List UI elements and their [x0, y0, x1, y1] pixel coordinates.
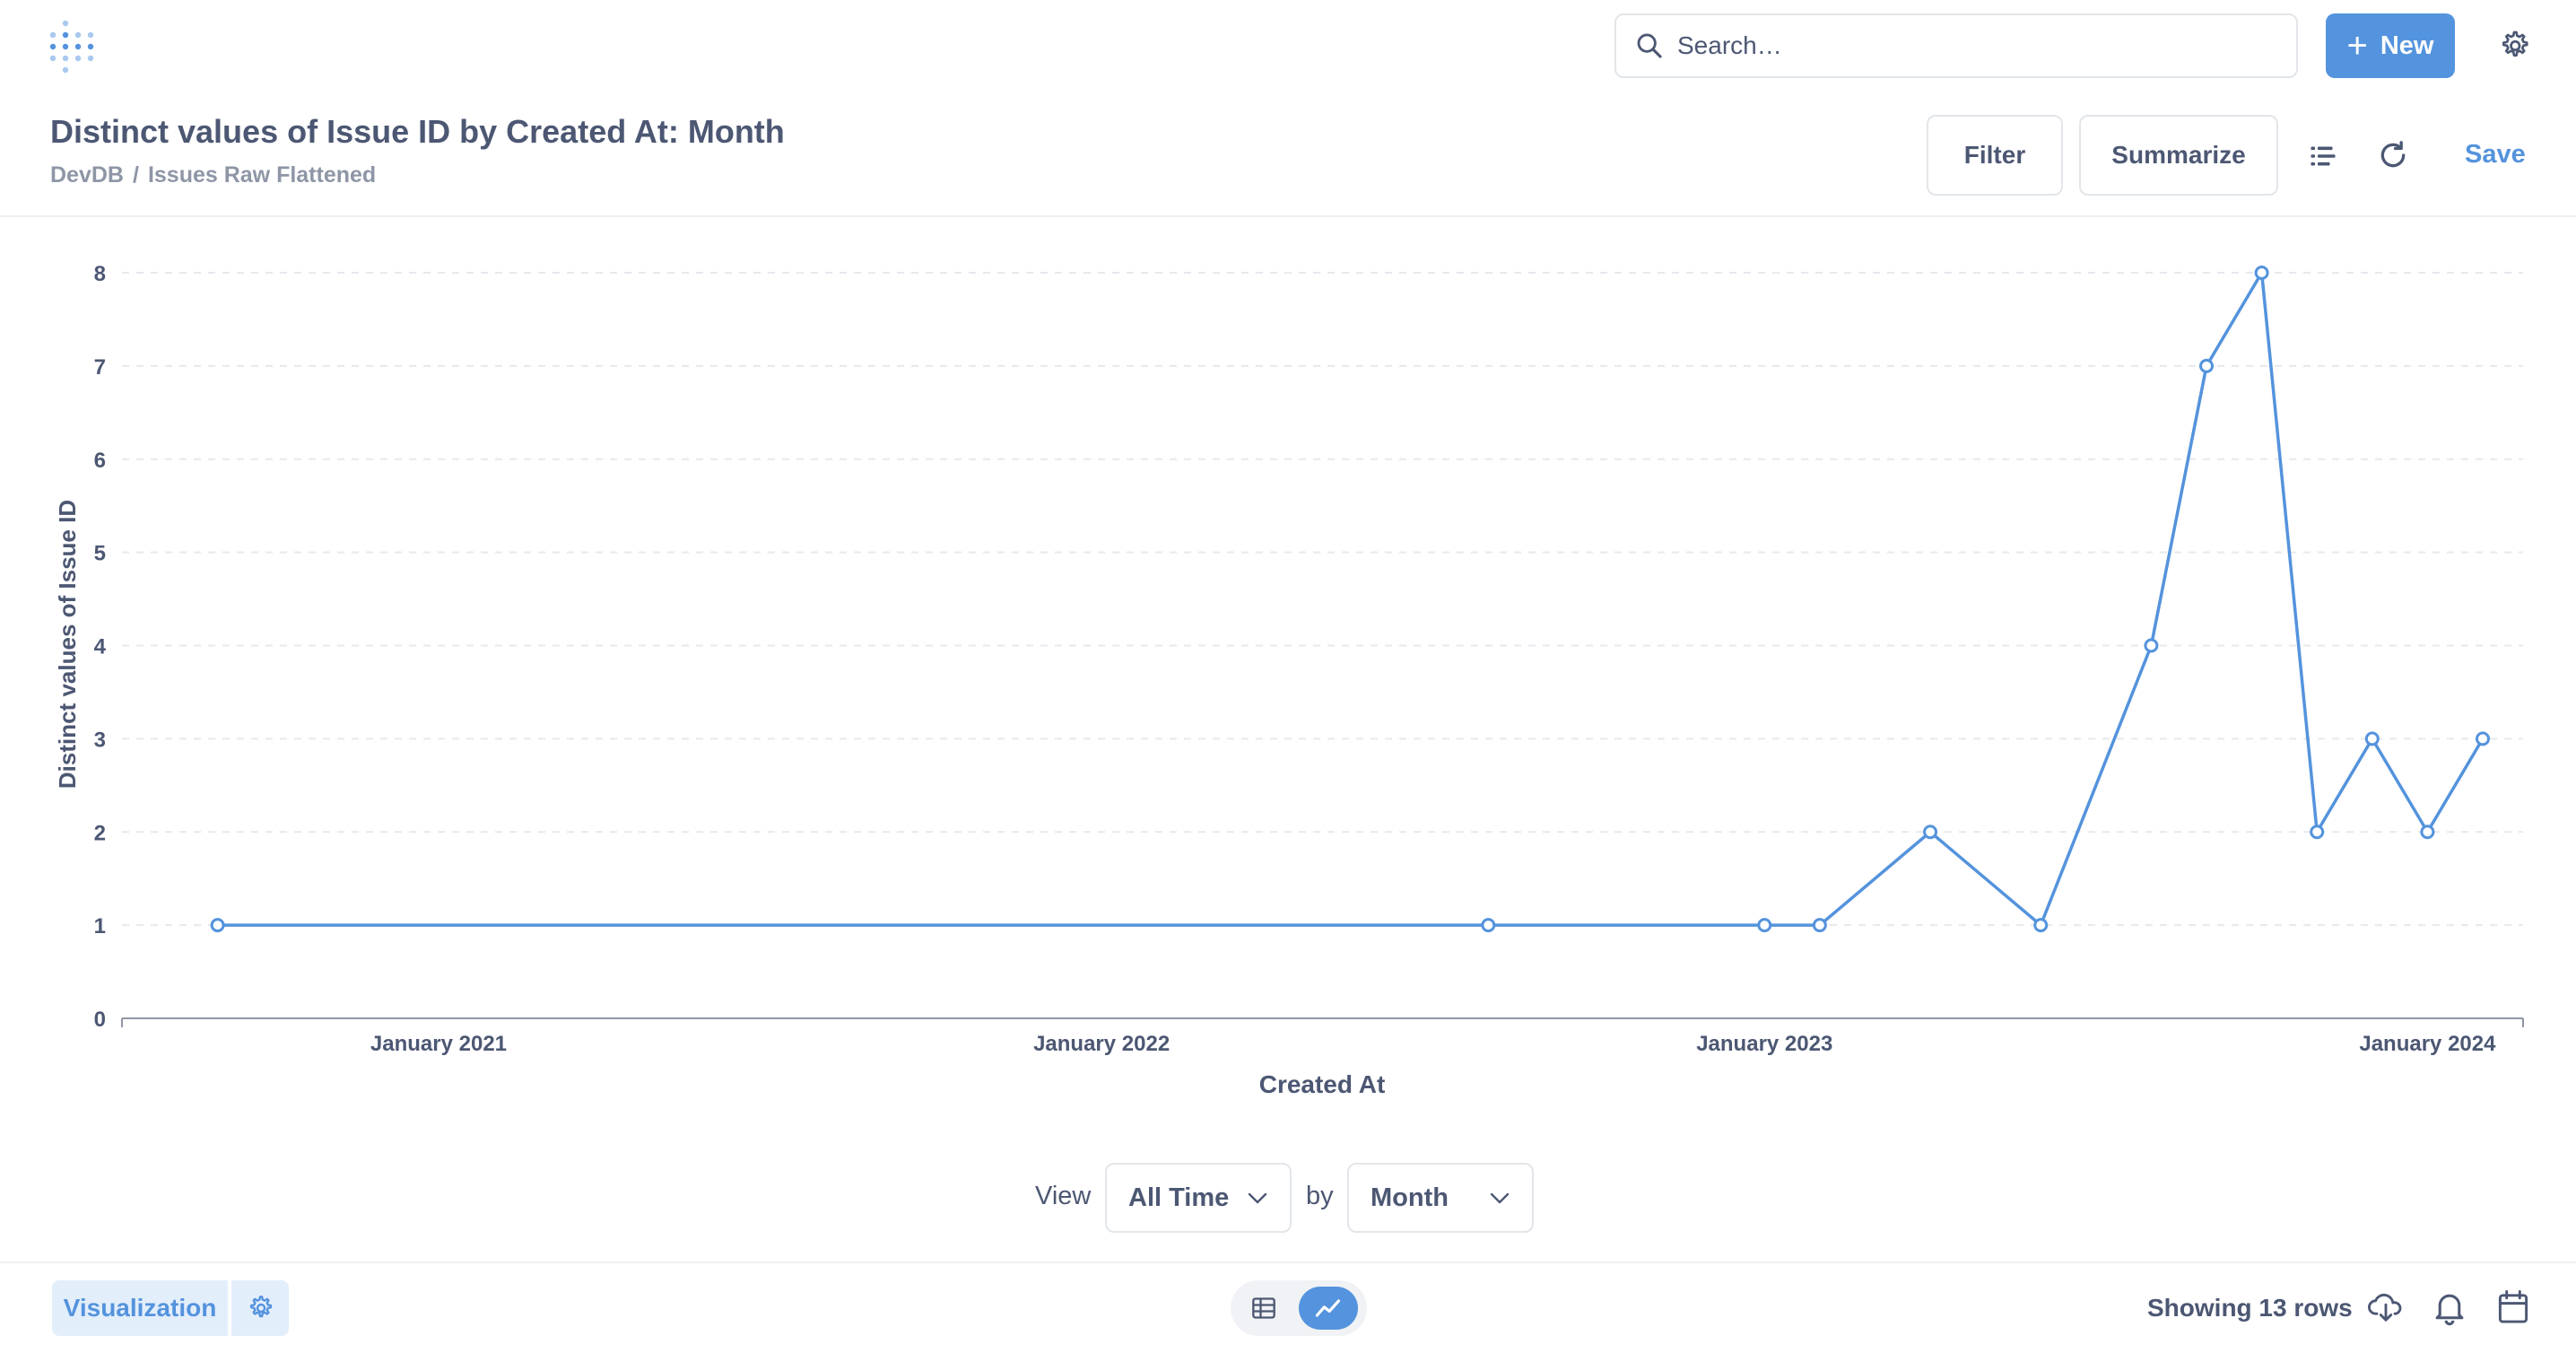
x-tick-label: January 2023	[1696, 1032, 1832, 1056]
data-point	[1812, 918, 1827, 933]
time-unit-value: Month	[1371, 1183, 1449, 1212]
new-button[interactable]: + New	[2326, 13, 2455, 78]
chevron-down-icon	[1248, 1192, 1267, 1204]
y-tick-label: 6	[94, 449, 106, 473]
data-point	[2420, 825, 2435, 840]
download-icon[interactable]	[2368, 1290, 2404, 1324]
data-point	[2310, 825, 2325, 840]
search-bar[interactable]	[1614, 13, 2298, 78]
data-point	[210, 918, 225, 933]
refresh-icon[interactable]	[2375, 137, 2411, 173]
x-axis-label: Created At	[1259, 1070, 1386, 1098]
search-input[interactable]	[1677, 31, 2251, 60]
data-point	[1923, 825, 1938, 840]
y-tick-label: 4	[94, 635, 107, 659]
y-axis-label: Distinct values of Issue ID	[54, 500, 81, 789]
save-button[interactable]: Save	[2465, 140, 2526, 170]
y-tick-label: 1	[94, 914, 106, 938]
visualization-button[interactable]: Visualization	[52, 1280, 228, 1336]
chart-view-toggle[interactable]	[1299, 1287, 1358, 1330]
breadcrumb-database[interactable]: DevDB	[50, 162, 124, 188]
table-icon	[1252, 1297, 1275, 1319]
search-icon	[1637, 33, 1662, 58]
date-range-select[interactable]: All Time	[1105, 1163, 1292, 1233]
date-range-value: All Time	[1128, 1183, 1230, 1212]
data-point	[1757, 918, 1772, 933]
table-view-toggle[interactable]	[1245, 1289, 1283, 1327]
page-title: Distinct values of Issue ID by Created A…	[50, 113, 785, 150]
data-point	[2364, 731, 2380, 746]
data-point	[2033, 918, 2049, 933]
breadcrumb-table[interactable]: Issues Raw Flattened	[148, 162, 376, 188]
metabase-logo-icon[interactable]	[48, 20, 97, 74]
chart-gridlines	[122, 272, 2523, 927]
chevron-down-icon	[1490, 1192, 1510, 1204]
footer-divider	[0, 1261, 2576, 1263]
visualization-settings-button[interactable]	[231, 1280, 289, 1336]
series-line	[217, 271, 2485, 927]
data-point	[2199, 358, 2215, 373]
breadcrumb-separator: /	[132, 162, 139, 188]
y-tick-label: 2	[94, 821, 106, 845]
x-tick-label: January 2021	[370, 1032, 507, 1056]
data-point	[1481, 918, 1496, 933]
chart-axes: 0 1 2 3 4 5 6 7 8 January 2021 January 2022 January…	[94, 262, 2524, 1056]
time-unit-select[interactable]: Month	[1347, 1163, 1534, 1233]
x-tick-label: January 2022	[1033, 1032, 1170, 1056]
view-toggle	[1231, 1280, 1367, 1336]
data-point	[2254, 266, 2269, 280]
new-button-label: New	[2380, 31, 2434, 60]
breadcrumb: DevDB / Issues Raw Flattened	[50, 162, 376, 188]
y-tick-label: 8	[94, 262, 106, 286]
view-label: View	[1035, 1182, 1092, 1210]
by-label: by	[1306, 1182, 1334, 1210]
y-tick-label: 7	[94, 355, 106, 380]
bell-icon[interactable]	[2432, 1290, 2467, 1326]
calendar-icon[interactable]	[2497, 1290, 2529, 1324]
data-point	[2144, 638, 2159, 653]
summarize-button[interactable]: Summarize	[2079, 115, 2278, 196]
header-divider	[0, 215, 2576, 217]
top-nav: + New	[0, 0, 2576, 93]
y-tick-label: 0	[94, 1008, 106, 1032]
line-chart-icon	[1315, 1299, 1341, 1317]
y-tick-label: 5	[94, 542, 106, 566]
gear-icon	[249, 1296, 273, 1318]
list-icon[interactable]	[2307, 140, 2339, 172]
x-tick-label: January 2024	[2359, 1032, 2496, 1056]
row-count: Showing 13 rows	[2147, 1294, 2353, 1322]
filter-button[interactable]: Filter	[1927, 115, 2063, 196]
data-point	[2476, 731, 2490, 746]
plus-icon: +	[2346, 26, 2368, 65]
chart-series	[217, 271, 2485, 927]
line-chart: 0 1 2 3 4 5 6 7 8 January 2021 January 2022 January…	[54, 262, 2524, 1098]
y-tick-label: 3	[94, 728, 106, 752]
gear-icon[interactable]	[2497, 29, 2531, 63]
